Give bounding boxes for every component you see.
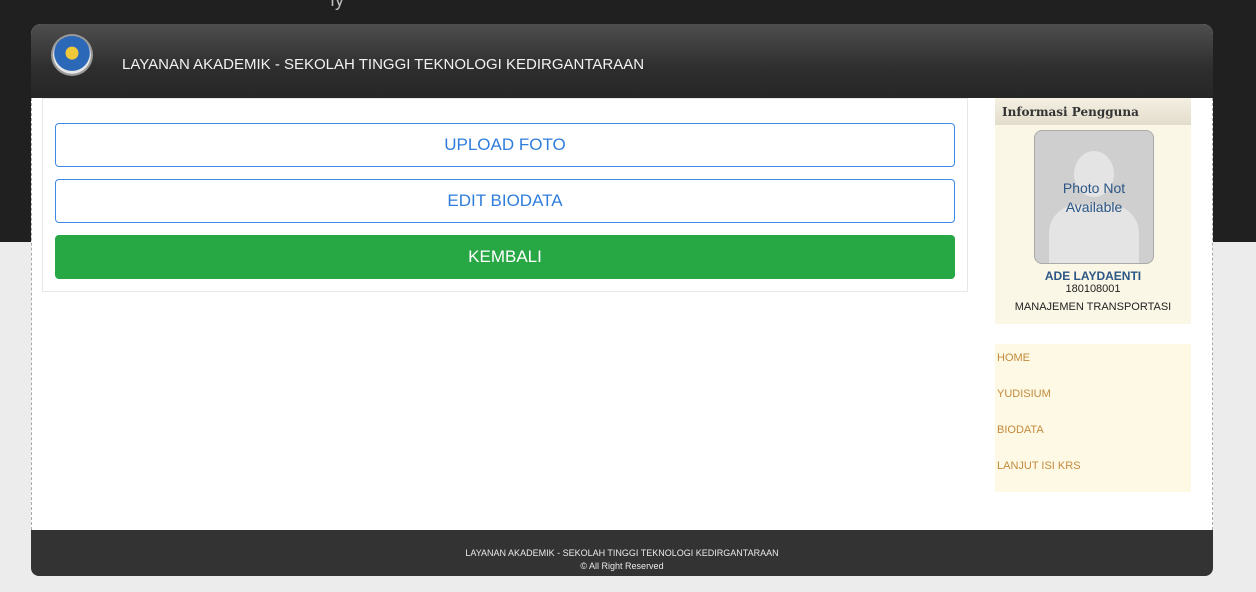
back-button[interactable]: KEMBALI — [55, 235, 955, 279]
user-name: ADE LAYDAENTI — [1044, 269, 1142, 283]
cropped-top-text: ıy — [330, 0, 345, 10]
upload-photo-button[interactable]: UPLOAD FOTO — [55, 123, 955, 167]
photo-text-line2: Available — [1065, 199, 1123, 215]
user-study-program: MANAJEMEN TRANSPORTASI — [1014, 301, 1172, 313]
menu-item-biodata[interactable]: BIODATA — [997, 424, 1044, 436]
side-menu: HOME YUDISIUM BIODATA LANJUT ISI KRS — [995, 344, 1191, 492]
menu-item-home[interactable]: HOME — [997, 352, 1030, 364]
site-title: LAYANAN AKADEMIK - SEKOLAH TINGGI TEKNOL… — [122, 56, 645, 73]
user-student-id: 180108001 — [1065, 283, 1121, 295]
main-panel: UPLOAD FOTO EDIT BIODATA KEMBALI — [42, 98, 968, 292]
profile-photo-placeholder: Photo Not Available — [1034, 130, 1154, 264]
footer-title: LAYANAN AKADEMIK - SEKOLAH TINGGI TEKNOL… — [465, 548, 779, 558]
site-footer: LAYANAN AKADEMIK - SEKOLAH TINGGI TEKNOL… — [31, 530, 1213, 576]
site-header: LAYANAN AKADEMIK - SEKOLAH TINGGI TEKNOL… — [31, 24, 1213, 98]
user-panel-title: Informasi Pengguna — [995, 98, 1191, 125]
menu-item-yudisium[interactable]: YUDISIUM — [997, 388, 1051, 400]
footer-copyright: © All Right Reserved — [580, 561, 664, 571]
edit-biodata-button[interactable]: EDIT BIODATA — [55, 179, 955, 223]
menu-item-lanjut-isi-krs[interactable]: LANJUT ISI KRS — [997, 460, 1081, 472]
user-info-panel: Informasi Pengguna Photo Not Available A… — [995, 98, 1191, 324]
page-container: LAYANAN AKADEMIK - SEKOLAH TINGGI TEKNOL… — [31, 24, 1213, 576]
photo-not-available-text: Photo Not Available — [1035, 179, 1153, 217]
photo-text-line1: Photo Not — [1062, 180, 1126, 196]
institution-logo — [53, 36, 91, 74]
content-area: UPLOAD FOTO EDIT BIODATA KEMBALI Informa… — [31, 98, 1213, 530]
